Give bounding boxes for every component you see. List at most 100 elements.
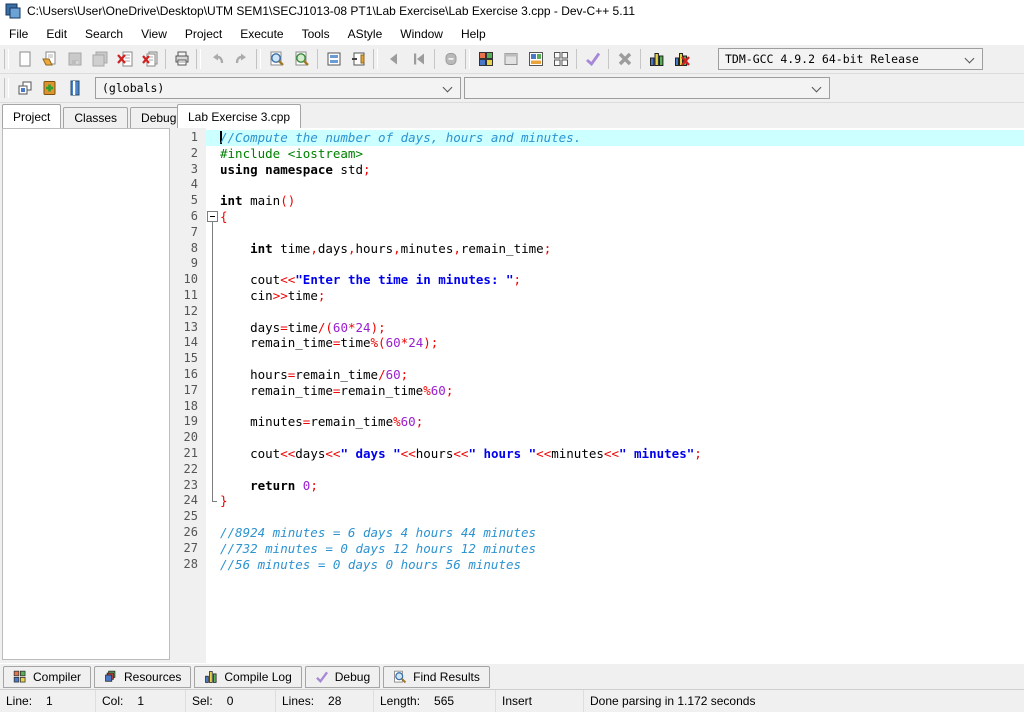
report-tab-resources[interactable]: Resources xyxy=(94,666,191,688)
members-select[interactable] xyxy=(464,77,830,99)
code-text: //56 minutes = 0 days 0 hours 56 minutes xyxy=(220,557,1024,573)
menu-tools[interactable]: Tools xyxy=(293,24,339,44)
profile-button[interactable] xyxy=(644,47,669,71)
menu-edit[interactable]: Edit xyxy=(37,24,76,44)
code-line-17[interactable]: 17 remain_time=remain_time%60; xyxy=(172,383,1024,399)
code-line-12[interactable]: 12 xyxy=(172,304,1024,320)
compiler-profile-select[interactable]: TDM-GCC 4.9.2 64-bit Release xyxy=(718,48,983,70)
fold-marker xyxy=(206,399,220,415)
code-editor[interactable]: 1//Compute the number of days, hours and… xyxy=(172,128,1024,663)
close-file-button[interactable] xyxy=(112,47,137,71)
tab-project[interactable]: Project xyxy=(2,104,61,128)
code-line-25[interactable]: 25 xyxy=(172,509,1024,525)
globals-select[interactable]: (globals) xyxy=(95,77,461,99)
fold-marker[interactable] xyxy=(206,209,220,225)
code-text xyxy=(220,351,1024,367)
code-line-15[interactable]: 15 xyxy=(172,351,1024,367)
resources-icon xyxy=(104,670,118,684)
menu-astyle[interactable]: AStyle xyxy=(339,24,392,44)
code-line-13[interactable]: 13 days=time/(60*24); xyxy=(172,320,1024,336)
code-line-4[interactable]: 4 xyxy=(172,177,1024,193)
code-text: cin>>time; xyxy=(220,288,1024,304)
menu-file[interactable]: File xyxy=(0,24,37,44)
code-line-26[interactable]: 26//8924 minutes = 6 days 4 hours 44 min… xyxy=(172,525,1024,541)
code-line-2[interactable]: 2#include <iostream> xyxy=(172,146,1024,162)
report-tab-label: Compiler xyxy=(33,670,81,684)
fold-marker xyxy=(206,304,220,320)
code-line-8[interactable]: 8 int time,days,hours,minutes,remain_tim… xyxy=(172,241,1024,257)
new-file-icon xyxy=(16,50,34,68)
tab-classes[interactable]: Classes xyxy=(63,107,128,128)
line-number: 14 xyxy=(172,335,206,351)
code-line-9[interactable]: 9 xyxy=(172,256,1024,272)
menu-view[interactable]: View xyxy=(132,24,176,44)
code-text: int time,days,hours,minutes,remain_time; xyxy=(220,241,1024,257)
code-line-16[interactable]: 16 hours=remain_time/60; xyxy=(172,367,1024,383)
code-line-22[interactable]: 22 xyxy=(172,462,1024,478)
close-all-button[interactable] xyxy=(137,47,162,71)
goto-function-button[interactable] xyxy=(346,47,371,71)
bookmark-icon xyxy=(66,79,84,97)
panel-tabs: ProjectClassesDebug xyxy=(0,104,172,128)
nav-back-button xyxy=(381,47,406,71)
code-line-24[interactable]: 24} xyxy=(172,493,1024,509)
code-line-1[interactable]: 1//Compute the number of days, hours and… xyxy=(172,130,1024,146)
run-button[interactable] xyxy=(498,47,523,71)
report-tab-find-results[interactable]: Find Results xyxy=(383,666,490,688)
menu-execute[interactable]: Execute xyxy=(231,24,292,44)
code-text: remain_time=time%(60*24); xyxy=(220,335,1024,351)
report-tab-compiler[interactable]: Compiler xyxy=(3,666,91,688)
code-line-6[interactable]: 6{ xyxy=(172,209,1024,225)
replace-icon xyxy=(293,50,311,68)
fold-marker xyxy=(206,462,220,478)
code-line-28[interactable]: 28//56 minutes = 0 days 0 hours 56 minut… xyxy=(172,557,1024,573)
menu-project[interactable]: Project xyxy=(176,24,231,44)
editor-tab-lab-exercise-3[interactable]: Lab Exercise 3.cpp xyxy=(177,104,301,128)
syntax-check-button[interactable] xyxy=(580,47,605,71)
rebuild-all-button[interactable] xyxy=(548,47,573,71)
replace-button[interactable] xyxy=(289,47,314,71)
add-file-button[interactable] xyxy=(37,76,62,100)
menu-search[interactable]: Search xyxy=(76,24,132,44)
fold-marker xyxy=(206,478,220,494)
code-text: using namespace std; xyxy=(220,162,1024,178)
find-button[interactable] xyxy=(264,47,289,71)
code-line-20[interactable]: 20 xyxy=(172,430,1024,446)
open-file-button[interactable] xyxy=(37,47,62,71)
code-text: days=time/(60*24); xyxy=(220,320,1024,336)
report-tab-debug[interactable]: Debug xyxy=(305,666,380,688)
menu-help[interactable]: Help xyxy=(452,24,495,44)
code-line-3[interactable]: 3using namespace std; xyxy=(172,162,1024,178)
code-line-19[interactable]: 19 minutes=remain_time%60; xyxy=(172,414,1024,430)
status-col-label: Col: xyxy=(102,694,123,708)
menu-window[interactable]: Window xyxy=(391,24,452,44)
line-number: 24 xyxy=(172,493,206,509)
code-line-7[interactable]: 7 xyxy=(172,225,1024,241)
code-line-14[interactable]: 14 remain_time=time%(60*24); xyxy=(172,335,1024,351)
code-line-23[interactable]: 23 return 0; xyxy=(172,478,1024,494)
compile-button[interactable] xyxy=(473,47,498,71)
new-file-button[interactable] xyxy=(12,47,37,71)
debug-check-icon xyxy=(315,670,329,684)
line-number: 25 xyxy=(172,509,206,525)
code-text: //Compute the number of days, hours and … xyxy=(220,130,1024,146)
redo-button xyxy=(229,47,254,71)
toolbar-separator xyxy=(165,49,166,69)
code-line-5[interactable]: 5int main() xyxy=(172,193,1024,209)
code-line-11[interactable]: 11 cin>>time; xyxy=(172,288,1024,304)
delete-profiling-button[interactable] xyxy=(669,47,694,71)
code-line-10[interactable]: 10 cout<<"Enter the time in minutes: "; xyxy=(172,272,1024,288)
goto-line-button[interactable] xyxy=(321,47,346,71)
code-line-27[interactable]: 27//732 minutes = 0 days 12 hours 12 min… xyxy=(172,541,1024,557)
bookmark-button[interactable] xyxy=(62,76,87,100)
compile-and-run-button[interactable] xyxy=(523,47,548,71)
line-number: 13 xyxy=(172,320,206,336)
code-text: cout<<days<<" days "<<hours<<" hours "<<… xyxy=(220,446,1024,462)
code-line-18[interactable]: 18 xyxy=(172,399,1024,415)
report-tab-compile-log[interactable]: Compile Log xyxy=(194,666,301,688)
print-button[interactable] xyxy=(169,47,194,71)
project-browser-panel[interactable] xyxy=(2,128,170,660)
code-line-21[interactable]: 21 cout<<days<<" days "<<hours<<" hours … xyxy=(172,446,1024,462)
toolbar-gripper xyxy=(256,49,261,69)
swap-windows-button[interactable] xyxy=(12,76,37,100)
